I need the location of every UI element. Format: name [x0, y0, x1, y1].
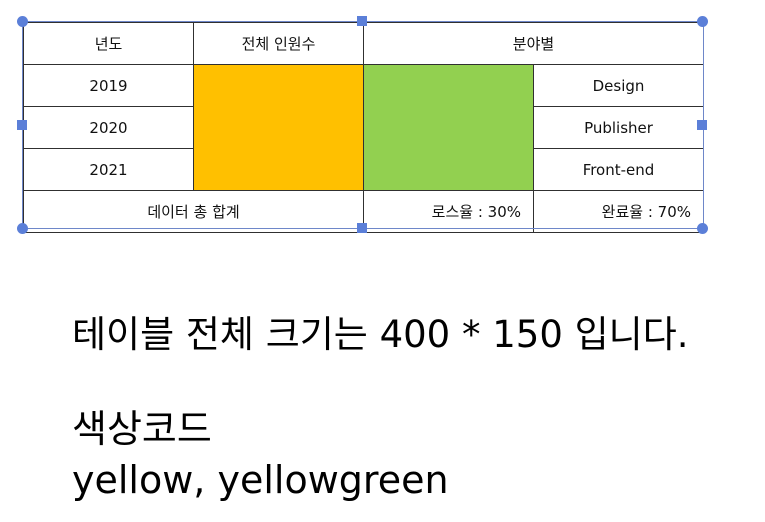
- year-cell-2020[interactable]: 2020: [23, 106, 194, 149]
- resize-handle-bottom-right[interactable]: [697, 223, 708, 234]
- year-cell-2021[interactable]: 2021: [23, 148, 194, 191]
- resize-handle-left[interactable]: [17, 120, 27, 130]
- resize-handle-top-right[interactable]: [697, 16, 708, 27]
- header-total-people-cell[interactable]: 전체 인원수: [193, 22, 364, 65]
- field-cell-design[interactable]: Design: [533, 64, 704, 107]
- resize-handle-top-left[interactable]: [17, 16, 28, 27]
- resize-handle-bottom[interactable]: [357, 223, 367, 233]
- header-year-cell[interactable]: 년도: [23, 22, 194, 65]
- resize-handle-top[interactable]: [357, 16, 367, 26]
- resize-handle-right[interactable]: [697, 120, 707, 130]
- table-row: 2019 Design: [23, 64, 704, 191]
- header-by-field-cell[interactable]: 분야별: [363, 22, 704, 65]
- color-code-values: yellow, yellowgreen: [72, 458, 449, 502]
- field-cell-publisher[interactable]: Publisher: [533, 106, 704, 149]
- field-cell-front-end[interactable]: Front-end: [533, 148, 704, 191]
- color-code-title: 색상코드: [72, 407, 212, 451]
- year-cell-2019[interactable]: 2019: [23, 64, 194, 107]
- table-size-note: 테이블 전체 크기는 400 * 150 입니다.: [72, 313, 689, 356]
- resize-handle-bottom-left[interactable]: [17, 223, 28, 234]
- data-table[interactable]: 년도 전체 인원수 분야별 2019 Design 2020 Publisher…: [23, 22, 704, 233]
- completion-rate-cell[interactable]: 완료율 : 70%: [533, 190, 704, 233]
- total-people-yellow-cell[interactable]: [193, 64, 364, 191]
- by-field-green-cell[interactable]: [363, 64, 534, 191]
- loss-rate-cell[interactable]: 로스율 : 30%: [363, 190, 534, 233]
- total-sum-cell[interactable]: 데이터 총 합계: [23, 190, 364, 233]
- table-header-row: 년도 전체 인원수 분야별: [23, 22, 704, 65]
